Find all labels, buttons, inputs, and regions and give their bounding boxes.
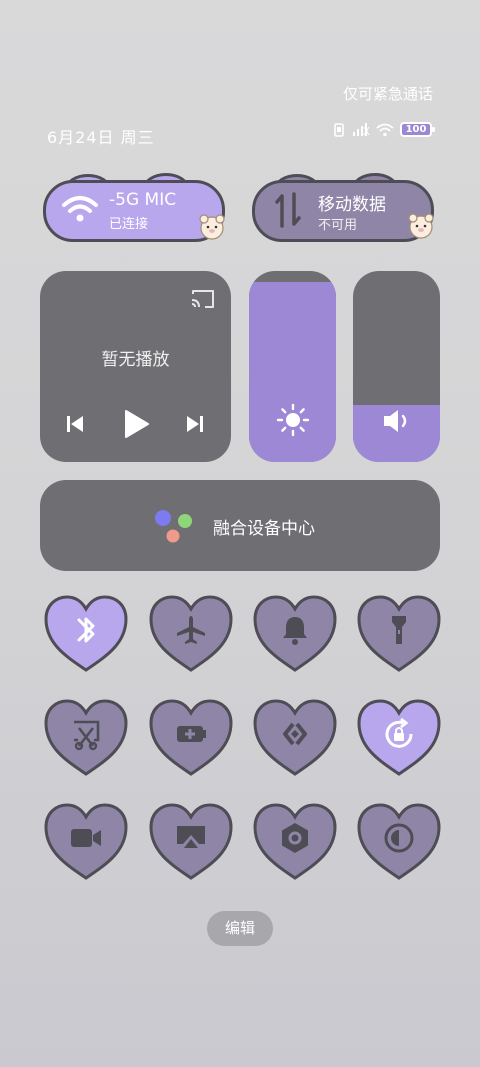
flashlight-icon: [392, 616, 406, 644]
toggle-flashlight[interactable]: [356, 594, 442, 674]
screen-record-icon: [71, 829, 101, 847]
bear-sticker-icon: [199, 214, 225, 240]
wifi-icon: [376, 123, 394, 136]
screen-share-icon: [283, 722, 307, 746]
battery-icon: 100: [400, 122, 435, 137]
vibrate-icon: [334, 122, 344, 137]
emergency-call-text: 仅可紧急通话: [342, 85, 433, 103]
bell-icon: [283, 617, 307, 645]
dark-mode-icon: [384, 823, 414, 853]
toggle-airplane[interactable]: [148, 594, 234, 674]
signal-icon: [353, 122, 370, 136]
status-icons: 100: [332, 122, 435, 137]
toggle-rotation-lock[interactable]: [356, 698, 442, 778]
sun-icon: [276, 403, 310, 437]
toggle-airplay[interactable]: [148, 802, 234, 882]
brightness-slider[interactable]: [249, 271, 336, 462]
mobile-data-status: 不可用: [318, 218, 358, 233]
mobile-data-icon: [275, 192, 301, 228]
speaker-icon: [384, 410, 407, 432]
toggle-screen-record[interactable]: [43, 802, 129, 882]
airplane-icon: [177, 616, 205, 644]
cast-icon[interactable]: [190, 288, 216, 310]
date-text: 6月24日 周三: [47, 128, 155, 147]
toggle-screenshot[interactable]: [43, 698, 129, 778]
airplay-icon: [177, 826, 205, 848]
toggle-bluetooth[interactable]: [43, 594, 129, 674]
fusion-label: 融合设备中心: [213, 519, 315, 539]
mobile-data-title: 移动数据: [318, 195, 386, 215]
nfc-icon: [282, 823, 308, 853]
toggle-bell[interactable]: [252, 594, 338, 674]
toggle-screen-share[interactable]: [252, 698, 338, 778]
wifi-ssid: -5G MIC: [109, 190, 177, 210]
toggle-dark-mode[interactable]: [356, 802, 442, 882]
toggle-battery-saver[interactable]: [148, 698, 234, 778]
rotation-lock-icon: [385, 717, 413, 748]
previous-icon[interactable]: [64, 413, 86, 435]
edit-button[interactable]: 编辑: [207, 911, 273, 946]
toggle-nfc[interactable]: [252, 802, 338, 882]
media-title: 暂无播放: [101, 350, 170, 370]
media-player-card[interactable]: 暂无播放: [40, 271, 231, 462]
wifi-icon: [62, 196, 98, 222]
volume-slider[interactable]: [353, 271, 440, 462]
battery-saver-icon: [177, 726, 206, 742]
next-icon[interactable]: [184, 413, 206, 435]
battery-level: 100: [405, 124, 427, 135]
bluetooth-icon: [77, 617, 95, 643]
wifi-tile[interactable]: -5G MIC 已连接: [43, 173, 225, 244]
mobile-data-tile[interactable]: 移动数据 不可用: [252, 173, 434, 244]
screenshot-icon: [74, 720, 100, 751]
bear-sticker-icon: [408, 213, 434, 239]
wifi-status: 已连接: [109, 217, 149, 232]
fusion-device-center[interactable]: 融合设备中心: [40, 480, 440, 571]
fusion-dots-icon: [155, 510, 192, 543]
play-icon[interactable]: [122, 409, 150, 439]
